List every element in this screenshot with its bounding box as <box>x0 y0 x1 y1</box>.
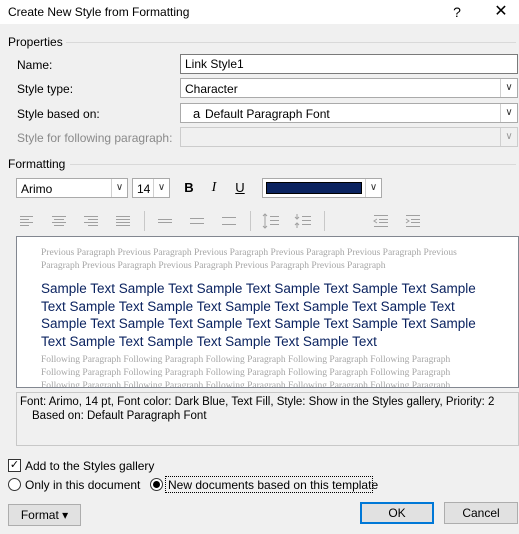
sample-text: Sample Text Sample Text Sample Text Samp… <box>41 280 511 350</box>
single-spacing-icon[interactable] <box>154 212 176 230</box>
ok-button[interactable]: OK <box>360 502 434 524</box>
bold-button[interactable]: B <box>178 178 200 198</box>
font-color-dropdown[interactable]: ∨ <box>262 178 382 198</box>
cancel-button[interactable]: Cancel <box>444 502 518 524</box>
following-paragraph-line: Following Paragraph Following Paragraph … <box>41 381 451 388</box>
following-paragraph-label: Style for following paragraph: <box>17 131 173 145</box>
underline-button[interactable]: U <box>229 178 251 198</box>
only-this-document-label[interactable]: Only in this document <box>25 478 140 492</box>
character-style-icon: a <box>193 106 201 121</box>
italic-button[interactable]: I <box>203 178 225 198</box>
previous-paragraph-line: Paragraph Previous Paragraph Previous Pa… <box>41 261 386 271</box>
align-left-icon[interactable] <box>16 212 38 230</box>
font-name-dropdown[interactable]: Arimo ∨ <box>16 178 128 198</box>
align-center-icon[interactable] <box>48 212 70 230</box>
increase-paragraph-spacing-icon[interactable] <box>260 212 282 230</box>
create-style-dialog: Create New Style from Formatting ? ✕ Pro… <box>0 0 519 534</box>
increase-indent-icon[interactable] <box>402 212 424 230</box>
sample-text-line: Sample Text Sample Text Sample Text Samp… <box>41 316 476 331</box>
decrease-paragraph-spacing-icon[interactable] <box>292 212 314 230</box>
style-type-value: Character <box>185 82 238 96</box>
chevron-down-icon: ∨ <box>365 179 381 197</box>
style-description: Font: Arimo, 14 pt, Font color: Dark Blu… <box>16 392 519 446</box>
following-paragraph-line: Following Paragraph Following Paragraph … <box>41 368 451 378</box>
decrease-indent-icon[interactable] <box>370 212 392 230</box>
sample-text-line: Text Sample Text Sample Text Sample Text… <box>41 298 455 314</box>
help-button[interactable]: ? <box>446 2 468 22</box>
only-this-document-radio[interactable] <box>8 478 21 491</box>
style-description-based-on: Based on: Default Paragraph Font <box>32 410 207 422</box>
new-documents-label[interactable]: New documents based on this template <box>168 478 378 492</box>
chevron-down-icon: ∨ <box>500 104 517 122</box>
font-size-dropdown[interactable]: 14 ∨ <box>132 178 170 198</box>
based-on-label: Style based on: <box>17 107 100 121</box>
toolbar-separator <box>144 211 145 231</box>
style-type-dropdown[interactable]: Character ∨ <box>180 78 518 98</box>
following-paragraph-line: Following Paragraph Following Paragraph … <box>41 355 451 365</box>
dialog-title: Create New Style from Formatting <box>8 5 190 19</box>
chevron-down-icon: ∨ <box>153 179 169 197</box>
sample-text-line: Text Sample Text Sample Text Sample Text… <box>41 333 377 349</box>
chevron-down-icon: ∨ <box>500 128 517 146</box>
properties-divider <box>66 42 516 43</box>
name-label: Name: <box>17 58 53 72</box>
properties-section-label: Properties <box>8 35 63 49</box>
style-type-label: Style type: <box>17 82 74 96</box>
based-on-value: Default Paragraph Font <box>205 107 330 121</box>
formatting-section-label: Formatting <box>8 157 66 171</box>
double-spacing-icon[interactable] <box>218 212 240 230</box>
following-paragraph-dropdown[interactable]: ∨ <box>180 127 518 147</box>
new-documents-radio[interactable] <box>150 478 163 491</box>
based-on-dropdown[interactable]: a Default Paragraph Font ∨ <box>180 103 518 123</box>
close-button[interactable]: ✕ <box>487 2 515 22</box>
title-bar: Create New Style from Formatting ? ✕ <box>0 0 519 24</box>
format-button[interactable]: Format ▾ <box>8 504 81 526</box>
formatting-divider <box>70 164 516 165</box>
add-to-gallery-label[interactable]: Add to the Styles gallery <box>25 459 154 473</box>
font-name-value: Arimo <box>21 182 53 196</box>
style-description-line: Font: Arimo, 14 pt, Font color: Dark Blu… <box>20 396 495 408</box>
chevron-down-icon: ∨ <box>111 179 127 197</box>
chevron-down-icon: ∨ <box>500 79 517 97</box>
one-half-spacing-icon[interactable] <box>186 212 208 230</box>
previous-paragraph-line: Previous Paragraph Previous Paragraph Pr… <box>41 248 457 258</box>
name-field[interactable]: Link Style1 <box>180 54 518 74</box>
style-preview-pane: Previous Paragraph Previous Paragraph Pr… <box>16 236 519 388</box>
toolbar-separator <box>324 211 325 231</box>
toolbar-separator <box>250 211 251 231</box>
justify-icon[interactable] <box>112 212 134 230</box>
font-color-swatch <box>266 182 362 194</box>
sample-text-line: Sample Text Sample Text Sample Text Samp… <box>41 281 476 296</box>
align-right-icon[interactable] <box>80 212 102 230</box>
font-size-value: 14 <box>137 182 151 196</box>
add-to-gallery-checkbox[interactable]: ✓ <box>8 459 21 472</box>
